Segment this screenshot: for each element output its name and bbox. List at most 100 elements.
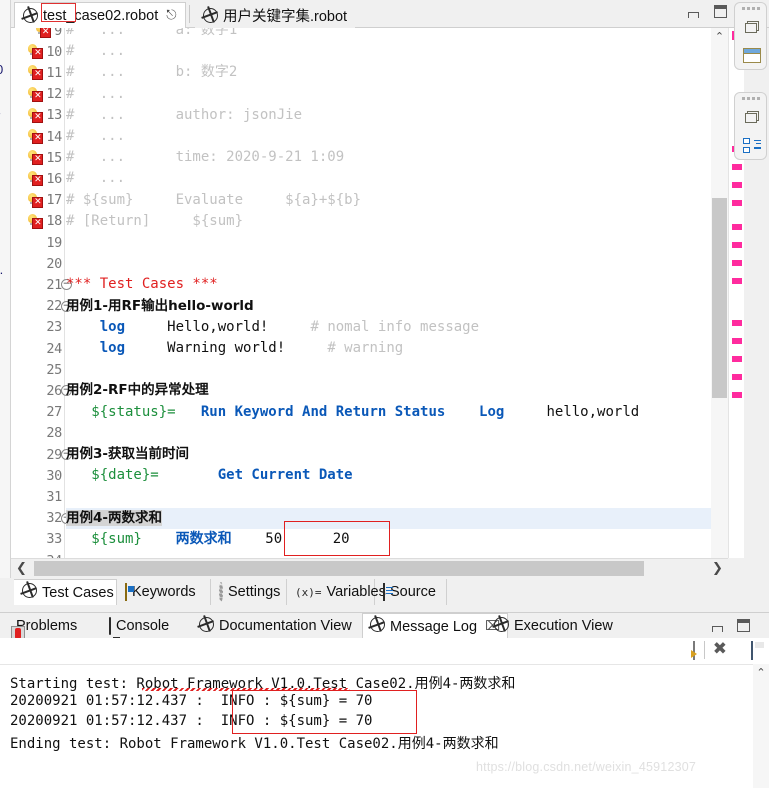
overview-marker[interactable] bbox=[732, 278, 742, 284]
gutter-row[interactable]: 28 bbox=[11, 423, 65, 444]
gutter-row[interactable]: ✕ 14 bbox=[11, 126, 65, 147]
editor-gutter[interactable]: ✕ 9 ✕ 10 ✕ 11 ✕ 12 ✕ 13 ✕ 14 ✕ 15 ✕ 16 ✕ 17 ✕ 18 19 20 21−22−2… bbox=[11, 28, 72, 558]
code-line[interactable]: # [Return] ${sum} bbox=[66, 211, 711, 232]
error-marker-icon[interactable]: ✕ bbox=[36, 28, 52, 39]
code-line[interactable]: # ... bbox=[66, 41, 711, 62]
gutter-row[interactable]: ✕ 16 bbox=[11, 168, 65, 189]
gutter-row[interactable]: 31 bbox=[11, 486, 65, 507]
gutter-row[interactable]: ✕ 13 bbox=[11, 105, 65, 126]
gutter-row[interactable]: 19 bbox=[11, 232, 65, 253]
view-tab-4[interactable]: Execution View bbox=[487, 613, 620, 639]
code-line[interactable]: log Hello,world! # nomal info message bbox=[66, 317, 711, 338]
error-marker-icon[interactable]: ✕ bbox=[28, 86, 44, 102]
editor-horizontal-scrollbar[interactable]: ❮ ❯ bbox=[11, 558, 728, 578]
gutter-row[interactable]: 26 bbox=[11, 380, 65, 401]
palette-drag-handle[interactable] bbox=[735, 93, 766, 103]
error-marker-icon[interactable]: ✕ bbox=[28, 44, 44, 60]
clear-icon[interactable]: ✖ bbox=[713, 641, 727, 659]
code-line[interactable]: # ... bbox=[66, 84, 711, 105]
export-icon[interactable] bbox=[693, 641, 695, 660]
code-line[interactable] bbox=[66, 550, 711, 558]
overview-marker[interactable] bbox=[732, 182, 742, 188]
code-line[interactable]: # ... bbox=[66, 168, 711, 189]
error-marker-icon[interactable]: ✕ bbox=[28, 107, 44, 123]
editor-section-tab-0[interactable]: Test Cases bbox=[14, 579, 117, 605]
code-line[interactable] bbox=[66, 486, 711, 507]
code-line[interactable]: 用例3-获取当前时间 bbox=[66, 444, 711, 465]
code-line[interactable]: ${date}= Get Current Date bbox=[66, 465, 711, 486]
view-tab-1[interactable]: Console bbox=[102, 613, 176, 639]
code-line[interactable]: # ... a: 数字1 bbox=[66, 28, 711, 41]
gutter-row[interactable]: 24 bbox=[11, 338, 65, 359]
view-maximize-button[interactable] bbox=[737, 619, 750, 632]
code-line[interactable] bbox=[66, 253, 711, 274]
save-icon[interactable] bbox=[751, 641, 753, 660]
gutter-row[interactable]: 34 bbox=[11, 550, 65, 558]
palette-drag-handle[interactable] bbox=[735, 3, 766, 13]
gutter-row[interactable]: 21 bbox=[11, 274, 65, 295]
log-scroll-up-icon[interactable]: ⌃ bbox=[753, 666, 769, 679]
message-log-scrollbar[interactable]: ⌃ bbox=[753, 664, 769, 788]
gutter-row[interactable]: 30 bbox=[11, 465, 65, 486]
code-line[interactable]: *** Test Cases *** bbox=[66, 274, 711, 295]
overview-marker[interactable] bbox=[732, 164, 742, 170]
gutter-row[interactable]: ✕ 9 bbox=[11, 28, 65, 41]
code-area[interactable]: # ... a: 数字1 # ... # ... b: 数字2 # ... # ... … bbox=[66, 28, 711, 558]
code-line[interactable]: log Warning world! # warning bbox=[66, 338, 711, 359]
gutter-row[interactable]: ✕ 15 bbox=[11, 147, 65, 168]
gutter-row[interactable]: 32 bbox=[11, 508, 65, 529]
code-line[interactable] bbox=[66, 359, 711, 380]
gutter-row[interactable]: 25 bbox=[11, 359, 65, 380]
close-icon[interactable]: ⎋ bbox=[166, 8, 176, 23]
code-line[interactable] bbox=[66, 423, 711, 444]
editor-vertical-scrollbar[interactable]: ⌃ bbox=[711, 28, 728, 558]
scroll-up-icon[interactable]: ⌃ bbox=[711, 28, 728, 45]
gutter-row[interactable]: 20 bbox=[11, 253, 65, 274]
code-line[interactable] bbox=[66, 232, 711, 253]
gutter-row[interactable]: ✕ 11 bbox=[11, 62, 65, 83]
minimize-button[interactable] bbox=[688, 8, 701, 21]
gutter-row[interactable]: ✕ 18 bbox=[11, 211, 65, 232]
error-marker-icon[interactable]: ✕ bbox=[28, 129, 44, 145]
gutter-row[interactable]: 23 bbox=[11, 317, 65, 338]
outline-icon[interactable] bbox=[735, 131, 768, 159]
restore-icon[interactable] bbox=[735, 103, 768, 131]
error-marker-icon[interactable]: ✕ bbox=[28, 65, 44, 81]
overview-marker[interactable] bbox=[732, 374, 742, 380]
editor-tab-1[interactable]: 用户关键字集.robot bbox=[195, 2, 356, 28]
scroll-right-icon[interactable]: ❯ bbox=[709, 559, 726, 578]
error-marker-icon[interactable]: ✕ bbox=[28, 213, 44, 229]
error-marker-icon[interactable]: ✕ bbox=[28, 171, 44, 187]
code-line[interactable]: 用例4-两数求和 bbox=[66, 507, 711, 529]
code-line[interactable]: # ... author: jsonJie bbox=[66, 105, 711, 126]
editor-section-tab-4[interactable]: Source bbox=[375, 579, 447, 605]
overview-marker[interactable] bbox=[732, 320, 742, 326]
overview-marker[interactable] bbox=[732, 242, 742, 248]
gutter-row[interactable]: ✕ 10 bbox=[11, 41, 65, 62]
scrollbar-thumb[interactable] bbox=[712, 198, 727, 398]
code-line[interactable]: 用例1-用RF输出hello-world bbox=[66, 296, 711, 317]
code-line[interactable]: ${status}= Run Keyword And Return Status… bbox=[66, 402, 711, 423]
code-line[interactable]: 用例2-RF中的异常处理 bbox=[66, 380, 711, 401]
gutter-row[interactable]: 22 bbox=[11, 296, 65, 317]
code-line[interactable]: # ... bbox=[66, 126, 711, 147]
code-line[interactable]: ${sum} 两数求和 50 20 bbox=[66, 529, 711, 550]
gutter-row[interactable]: 29 bbox=[11, 444, 65, 465]
editor-section-tab-2[interactable]: Settings bbox=[211, 579, 287, 605]
overview-marker[interactable] bbox=[732, 224, 742, 230]
code-line[interactable]: # ... b: 数字2 bbox=[66, 62, 711, 83]
editor-tab-0[interactable]: test_case02.robot ⎋ bbox=[14, 2, 186, 28]
editor-section-tab-3[interactable]: (x)= Variables bbox=[287, 579, 386, 605]
gutter-row[interactable]: 33 bbox=[11, 529, 65, 550]
error-marker-icon[interactable]: ✕ bbox=[28, 192, 44, 208]
code-line[interactable]: # ${sum} Evaluate ${a}+${b} bbox=[66, 190, 711, 211]
editor-section-tab-1[interactable]: Keywords bbox=[117, 579, 211, 605]
overview-marker[interactable] bbox=[732, 356, 742, 362]
gutter-row[interactable]: ✕ 17 bbox=[11, 190, 65, 211]
gutter-row[interactable]: ✕ 12 bbox=[11, 84, 65, 105]
restore-icon[interactable] bbox=[735, 13, 768, 41]
code-editor[interactable]: ✕ 9 ✕ 10 ✕ 11 ✕ 12 ✕ 13 ✕ 14 ✕ 15 ✕ 16 ✕ 17 ✕ 18 19 20 21−22−2… bbox=[11, 28, 711, 558]
view-tab-0[interactable]: Problems bbox=[4, 613, 84, 641]
error-marker-icon[interactable]: ✕ bbox=[28, 150, 44, 166]
view-minimize-button[interactable] bbox=[712, 622, 725, 635]
